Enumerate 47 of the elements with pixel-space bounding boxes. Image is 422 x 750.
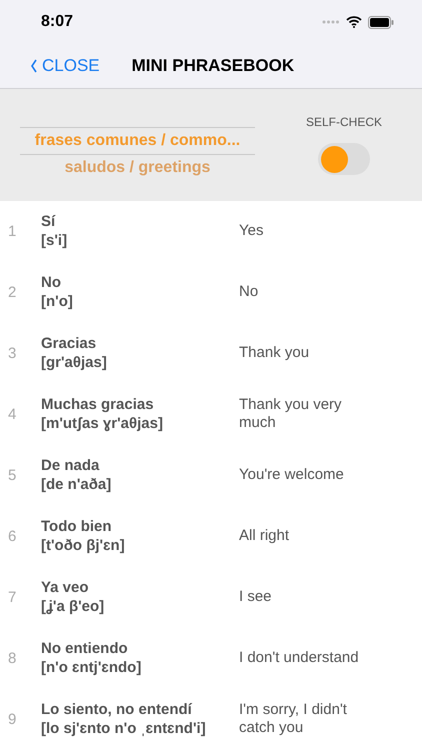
- pronunciation: [t'oðo βj'ɛn]: [41, 537, 126, 554]
- pronunciation: [lo sj'ɛnto n'o ˌɛntɛnd'i]: [41, 720, 207, 738]
- pronunciation: [n'o ɛntj'ɛndo]: [41, 659, 142, 676]
- spanish-phrase: Ya veo: [41, 579, 90, 596]
- spanish-phrase: No entiendo: [41, 640, 129, 658]
- spanish-phrase: De nada: [41, 457, 100, 474]
- english-translation: Thank you: [239, 344, 310, 362]
- screen-title: MINI PHRASEBOOK: [132, 56, 294, 76]
- english-translation: You're welcome: [239, 466, 345, 484]
- row-number: 6: [7, 528, 18, 545]
- english-translation: Thank you very much: [239, 396, 343, 432]
- category-option[interactable]: saludos / greetings: [20, 155, 255, 182]
- pronunciation: [s'i]: [41, 232, 68, 250]
- status-time: 8:07: [41, 13, 74, 32]
- spanish-phrase: Muchas gracias: [41, 396, 155, 414]
- english-translation: All right: [239, 527, 290, 546]
- pronunciation: [m'utʃas ɣr'aθjas]: [41, 415, 164, 432]
- close-button[interactable]: CLOSE: [30, 56, 100, 76]
- row-number: 9: [7, 710, 18, 728]
- category-option[interactable]: frases comunes / commo...: [20, 127, 255, 156]
- chevron-left-icon: [30, 58, 38, 74]
- row-number: 1: [7, 222, 18, 240]
- self-check-label: SELF-CHECK: [306, 115, 382, 130]
- english-translation: I'm sorry, I didn't catch you: [239, 701, 348, 738]
- pronunciation: [n'o]: [41, 293, 74, 310]
- row-number: 8: [7, 650, 18, 667]
- pronunciation: [ʝ'a β'eo]: [41, 598, 106, 616]
- row-number: 7: [7, 588, 18, 606]
- row-number: 4: [7, 406, 18, 423]
- row-number: 5: [7, 466, 18, 484]
- spanish-phrase: Gracias: [41, 335, 98, 352]
- english-translation: I see: [239, 588, 273, 606]
- spanish-phrase: Lo siento, no entendí: [41, 701, 194, 718]
- pronunciation: [gr'aθjas]: [41, 354, 108, 372]
- spanish-phrase: Todo bien: [41, 518, 113, 536]
- english-translation: Yes: [239, 222, 264, 240]
- english-translation: No: [239, 283, 260, 302]
- row-number: 2: [7, 284, 18, 301]
- wifi-icon: [346, 16, 362, 28]
- english-translation: I don't understand: [239, 649, 360, 668]
- spanish-phrase: No: [41, 274, 62, 292]
- battery-icon: [368, 16, 394, 29]
- signal-icon: [322, 20, 340, 24]
- pronunciation: [de n'aða]: [41, 476, 112, 494]
- row-number: 3: [7, 344, 18, 362]
- self-check-toggle[interactable]: [318, 143, 370, 176]
- spanish-phrase: Sí: [41, 213, 56, 230]
